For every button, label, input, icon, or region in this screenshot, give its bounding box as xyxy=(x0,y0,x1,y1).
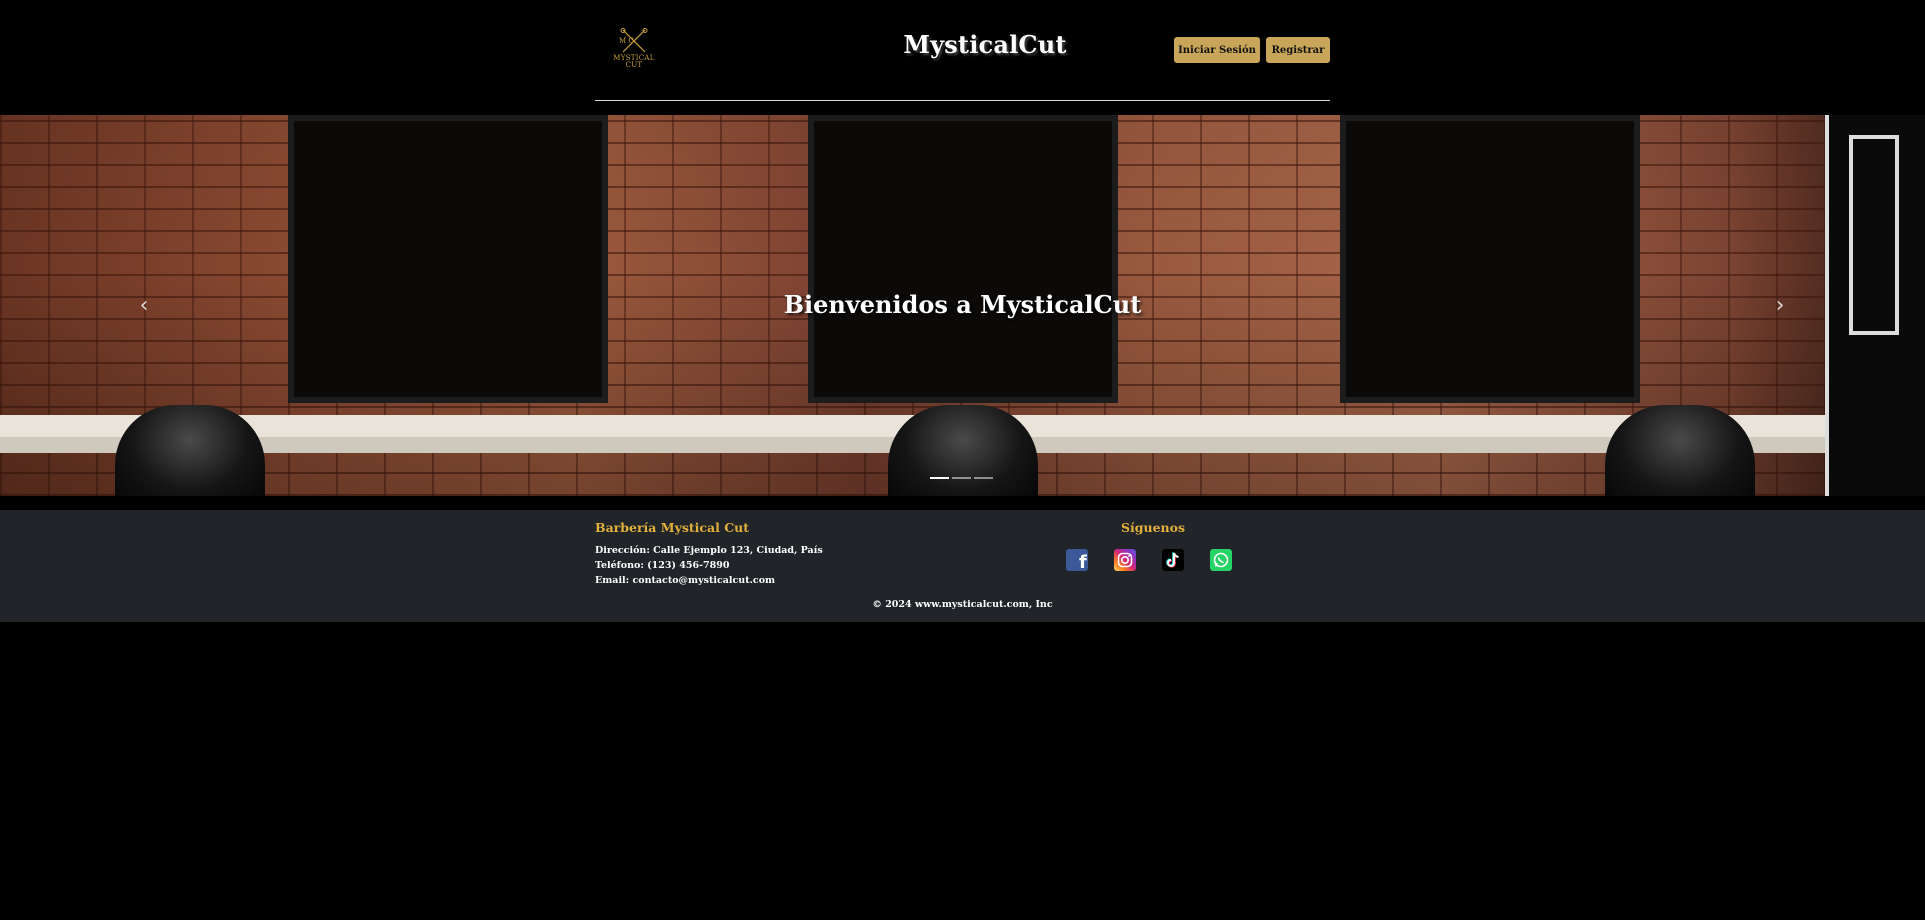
facebook-icon[interactable]: f xyxy=(1066,549,1088,571)
svg-text:f: f xyxy=(1079,552,1087,571)
whatsapp-icon[interactable] xyxy=(1210,549,1232,571)
hero-carousel: Bienvenidos a MysticalCut ‹ › xyxy=(0,115,1925,496)
barber-chair xyxy=(115,405,265,496)
register-button[interactable]: Registrar xyxy=(1266,37,1330,63)
chevron-right-icon[interactable]: › xyxy=(1768,293,1792,319)
mirror xyxy=(1340,115,1640,403)
hero-title: Bienvenidos a MysticalCut xyxy=(783,290,1142,319)
footer-email: Email: contacto@mysticalcut.com xyxy=(595,575,776,586)
footer-brand-heading: Barbería Mystical Cut xyxy=(595,520,750,535)
footer-address: Dirección: Calle Ejemplo 123, Ciudad, Pa… xyxy=(595,545,823,556)
barber-chair xyxy=(1605,405,1755,496)
footer-follow-heading: Síguenos xyxy=(1121,520,1186,535)
site-footer: Barbería Mystical Cut Dirección: Calle E… xyxy=(0,510,1925,622)
copyright: © 2024 www.mysticalcut.com, Inc xyxy=(872,599,1053,610)
tiktok-icon[interactable] xyxy=(1162,549,1184,571)
mirror xyxy=(288,115,608,403)
logo-text: MYSTICAL CUT xyxy=(613,54,655,69)
carousel-indicator-1[interactable] xyxy=(930,477,949,479)
mirror xyxy=(808,115,1118,403)
logo[interactable]: M C MYSTICAL CUT xyxy=(609,28,659,73)
footer-container: Barbería Mystical Cut Dirección: Calle E… xyxy=(595,510,1330,622)
login-button[interactable]: Iniciar Sesión xyxy=(1174,37,1260,63)
header-container: M C MYSTICAL CUT MysticalCut Iniciar Ses… xyxy=(595,0,1330,101)
carousel-indicators xyxy=(930,477,995,480)
footer-phone: Teléfono: (123) 456-7890 xyxy=(595,560,730,571)
carousel-indicator-3[interactable] xyxy=(974,477,993,479)
barber-chair xyxy=(888,405,1038,496)
scissors-logo-icon: M C xyxy=(619,28,648,53)
carousel-indicator-2[interactable] xyxy=(952,477,971,479)
chevron-left-icon[interactable]: ‹ xyxy=(132,293,156,319)
svg-text:M C: M C xyxy=(619,37,634,45)
instagram-icon[interactable] xyxy=(1114,549,1136,571)
site-header: M C MYSTICAL CUT MysticalCut Iniciar Ses… xyxy=(0,0,1925,115)
site-title: MysticalCut xyxy=(903,30,1067,59)
